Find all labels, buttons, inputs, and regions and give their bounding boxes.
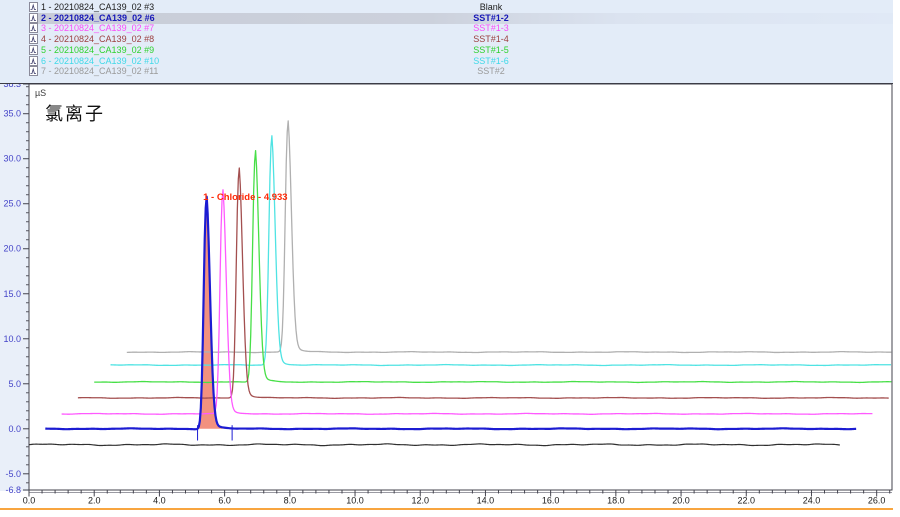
x-tick-label: 26.0 <box>868 496 886 506</box>
sample-type: SST#1-5 <box>430 45 552 56</box>
chromatogram-pane: 1 - 20210824_CA139_02 #3 Blank 2 - 20210… <box>0 0 900 517</box>
active-pane-indicator <box>0 508 893 510</box>
x-tick-label: 20.0 <box>672 496 690 506</box>
chromatogram-icon <box>29 2 39 12</box>
x-tick-label: 12.0 <box>411 496 429 506</box>
chromatogram-icon <box>29 45 39 55</box>
y-tick-label: 5.0 <box>8 379 21 389</box>
plot-title: 氯离子 <box>45 100 105 126</box>
chromatogram-icon <box>29 56 39 66</box>
sample-name: 3 - 20210824_CA139_02 #7 <box>41 23 154 34</box>
sample-type: SST#2 <box>430 66 552 77</box>
y-tick-label: 15.0 <box>3 289 21 299</box>
sample-legend: 1 - 20210824_CA139_02 #3 Blank 2 - 20210… <box>0 0 893 84</box>
x-tick-label: 14.0 <box>477 496 495 506</box>
y-axis-unit: µS <box>35 88 46 98</box>
x-tick-label: 16.0 <box>542 496 560 506</box>
x-tick-label: 6.0 <box>218 496 231 506</box>
sample-type: SST#1-2 <box>430 13 552 24</box>
x-tick-label: 0.0 <box>23 496 36 506</box>
peak-label: 1 - Chloride - 4.933 <box>203 192 287 203</box>
sample-name: 1 - 20210824_CA139_02 #3 <box>41 2 154 13</box>
sample-name: 4 - 20210824_CA139_02 #8 <box>41 34 154 45</box>
legend-row-6[interactable]: 6 - 20210824_CA139_02 #10 SST#1-6 <box>0 56 893 67</box>
sample-name: 2 - 20210824_CA139_02 #6 <box>41 13 155 24</box>
legend-row-2[interactable]: 2 - 20210824_CA139_02 #6 SST#1-2 <box>0 13 893 24</box>
x-tick-label: 22.0 <box>737 496 755 506</box>
y-tick-label: 10.0 <box>3 334 21 344</box>
legend-row-1[interactable]: 1 - 20210824_CA139_02 #3 Blank <box>0 2 893 13</box>
legend-row-4[interactable]: 4 - 20210824_CA139_02 #8 SST#1-4 <box>0 34 893 45</box>
chromatogram-icon <box>29 66 39 76</box>
legend-row-5[interactable]: 5 - 20210824_CA139_02 #9 SST#1-5 <box>0 45 893 56</box>
sample-type: SST#1-6 <box>430 56 552 67</box>
sample-name: 5 - 20210824_CA139_02 #9 <box>41 45 154 56</box>
x-tick-label: 24.0 <box>803 496 821 506</box>
x-tick-label: 4.0 <box>153 496 166 506</box>
y-tick-label: 0.0 <box>8 424 21 434</box>
sample-name: 6 - 20210824_CA139_02 #10 <box>41 56 159 67</box>
y-tick-label: 30.0 <box>3 154 21 164</box>
sample-type: SST#1-3 <box>430 23 552 34</box>
x-tick-label: 18.0 <box>607 496 625 506</box>
y-tick-label: 25.0 <box>3 199 21 209</box>
chromatogram-icon <box>29 34 39 44</box>
sample-type: Blank <box>430 2 552 13</box>
chromatogram-icon <box>29 13 39 23</box>
y-extreme-label: -6.8 <box>5 485 21 495</box>
y-tick-label: 35.0 <box>3 109 21 119</box>
legend-row-3[interactable]: 3 - 20210824_CA139_02 #7 SST#1-3 <box>0 23 893 34</box>
sample-type: SST#1-4 <box>430 34 552 45</box>
x-tick-label: 10.0 <box>346 496 364 506</box>
sample-name: 7 - 20210824_CA139_02 #11 <box>41 66 158 77</box>
y-tick-label: 20.0 <box>3 244 21 254</box>
x-tick-label: 8.0 <box>284 496 297 506</box>
x-tick-label: 2.0 <box>88 496 101 506</box>
y-tick-label: -5.0 <box>5 469 21 479</box>
chromatogram-icon <box>29 23 39 33</box>
legend-row-7[interactable]: 7 - 20210824_CA139_02 #11 SST#2 <box>0 66 893 77</box>
